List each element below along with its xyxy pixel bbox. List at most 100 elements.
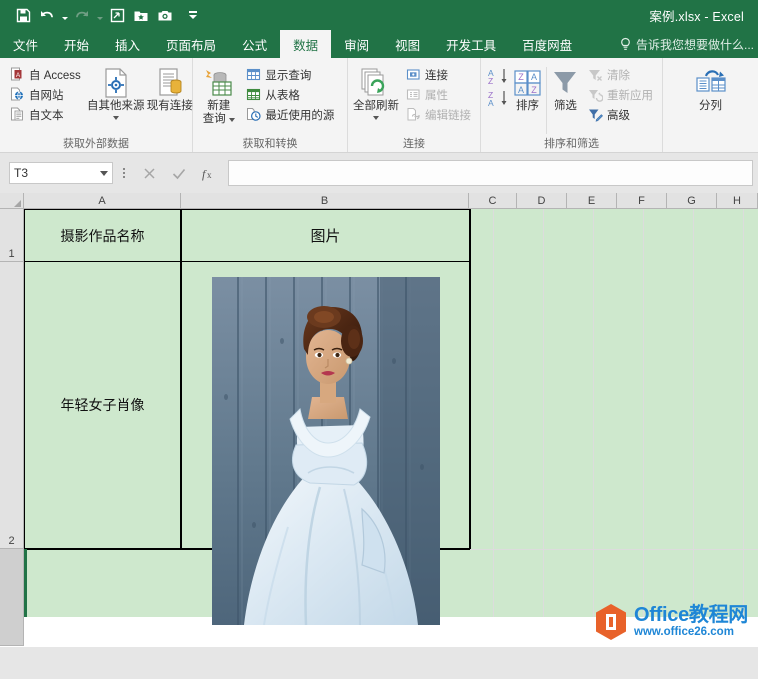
text-to-columns-button[interactable]: 分列 — [686, 63, 736, 113]
web-icon — [9, 87, 25, 103]
reapply-label: 重新应用 — [607, 87, 653, 103]
svg-text:Z: Z — [518, 72, 524, 82]
recent-sources-button[interactable]: 最近使用的源 — [243, 105, 340, 124]
chevron-down-icon[interactable] — [373, 116, 379, 120]
column-header-h[interactable]: H — [717, 193, 758, 209]
chevron-down-icon[interactable] — [113, 116, 119, 120]
advanced-filter-button[interactable]: 高级 — [585, 105, 655, 124]
chevron-down-icon[interactable] — [229, 118, 235, 122]
recent-sources-icon — [245, 107, 261, 123]
other-sources-icon — [101, 66, 131, 100]
new-query-button[interactable]: 新建 查询 — [197, 63, 240, 126]
young-woman-portrait-photo[interactable] — [212, 277, 440, 625]
chevron-down-icon[interactable] — [100, 171, 108, 176]
column-header-row: A B C D E F G H — [0, 193, 758, 209]
tab-file[interactable]: 文件 — [0, 30, 51, 58]
new-query-label-2: 查询 — [203, 113, 226, 126]
refresh-all-icon — [359, 66, 393, 100]
tab-developer[interactable]: 开发工具 — [433, 30, 509, 58]
svg-text:Z: Z — [488, 76, 493, 86]
formula-bar: T3 fx — [0, 153, 758, 193]
properties-button: 属性 — [403, 85, 473, 104]
row-header-1[interactable]: 1 — [0, 209, 24, 262]
from-table-label: 从表格 — [265, 87, 300, 103]
tab-insert[interactable]: 插入 — [102, 30, 153, 58]
sort-dialog-button[interactable]: ZAAZ 排序 — [511, 63, 544, 113]
reapply-button: 重新应用 — [585, 85, 655, 104]
formula-input[interactable] — [228, 160, 753, 186]
text-to-columns-icon — [694, 66, 728, 100]
from-access-label: 自 Access — [29, 67, 81, 83]
tab-view[interactable]: 视图 — [382, 30, 433, 58]
title-bar: 案例.xlsx - Excel — [0, 0, 758, 30]
cell-b1[interactable]: 图片 — [182, 210, 469, 261]
clear-filter-icon — [587, 67, 603, 83]
svg-text:A: A — [15, 72, 20, 79]
connections-label: 连接 — [425, 67, 448, 83]
confirm-icon[interactable] — [165, 161, 193, 185]
svg-text:A: A — [488, 98, 494, 108]
fx-icon[interactable]: fx — [195, 161, 223, 185]
show-queries-icon — [245, 67, 261, 83]
new-query-label: 新建 — [207, 100, 230, 113]
tab-formulas[interactable]: 公式 — [229, 30, 280, 58]
from-web-button[interactable]: 自网站 — [7, 85, 83, 104]
filter-label: 筛选 — [554, 100, 577, 113]
row-header-3[interactable] — [0, 549, 24, 646]
from-other-sources-label: 自其他来源 — [87, 100, 145, 113]
tell-me-label: 告诉我您想要做什么... — [636, 36, 754, 53]
connections-icon — [405, 67, 421, 83]
select-all-button[interactable] — [0, 193, 24, 209]
column-header-a[interactable]: A — [24, 193, 181, 209]
ribbon-group-connections: 全部刷新 连接 属性 — [348, 58, 481, 152]
sort-descending-icon[interactable]: ZA — [485, 88, 511, 109]
column-header-g[interactable]: G — [667, 193, 717, 209]
from-text-button[interactable]: 自文本 — [7, 105, 83, 124]
tab-page-layout[interactable]: 页面布局 — [153, 30, 229, 58]
column-header-c[interactable]: C — [469, 193, 517, 209]
connections-button[interactable]: 连接 — [403, 65, 473, 84]
column-header-e[interactable]: E — [567, 193, 617, 209]
office-hex-logo-icon — [594, 603, 628, 641]
sort-ascending-icon[interactable]: AZ — [485, 66, 511, 87]
column-header-b[interactable]: B — [181, 193, 469, 209]
ribbon-group-label: 获取和转换 — [193, 136, 347, 152]
ribbon-group-sort-filter: AZ ZA ZAAZ 排序 筛选 — [481, 58, 663, 152]
lightbulb-icon — [619, 37, 632, 52]
ribbon-tab-strip: 文件 开始 插入 页面布局 公式 数据 审阅 视图 开发工具 百度网盘 告诉我您… — [0, 30, 758, 58]
column-header-f[interactable]: F — [617, 193, 667, 209]
tab-data[interactable]: 数据 — [280, 30, 331, 58]
properties-icon — [405, 87, 421, 103]
reapply-icon — [587, 87, 603, 103]
show-queries-label: 显示查询 — [265, 67, 311, 83]
from-other-sources-button[interactable]: 自其他来源 — [90, 63, 142, 120]
tab-review[interactable]: 审阅 — [331, 30, 382, 58]
existing-connections-button[interactable]: 现有连接 — [146, 63, 194, 113]
watermark: Office教程网 www.office26.com — [594, 603, 748, 641]
sort-dialog-icon: ZAAZ — [513, 66, 543, 100]
svg-text:Z: Z — [531, 85, 537, 95]
cell-a1[interactable]: 摄影作品名称 — [25, 210, 180, 261]
cell-a2[interactable]: 年轻女子肖像 — [25, 262, 180, 548]
new-query-icon — [203, 66, 235, 100]
row-header-2[interactable]: 2 — [0, 262, 24, 549]
svg-text:x: x — [207, 170, 212, 180]
existing-connection-icon — [155, 66, 185, 100]
show-queries-button[interactable]: 显示查询 — [243, 65, 340, 84]
from-access-button[interactable]: A 自 Access — [7, 65, 83, 84]
cancel-icon[interactable] — [135, 161, 163, 185]
tab-baidu-netdisk[interactable]: 百度网盘 — [509, 30, 585, 58]
tab-home[interactable]: 开始 — [51, 30, 102, 58]
filter-icon — [550, 66, 580, 100]
column-header-d[interactable]: D — [517, 193, 567, 209]
tell-me-search[interactable]: 告诉我您想要做什么... — [619, 30, 754, 58]
row-header-column: 1 2 — [0, 209, 24, 647]
existing-connections-label: 现有连接 — [147, 100, 193, 113]
spreadsheet-grid: A B C D E F G H 1 2 — [0, 193, 758, 647]
filter-button[interactable]: 筛选 — [549, 63, 582, 113]
properties-label: 属性 — [425, 87, 448, 103]
name-box[interactable]: T3 — [9, 162, 113, 184]
from-table-button[interactable]: 从表格 — [243, 85, 340, 104]
document-title: 案例.xlsx - Excel — [0, 6, 758, 25]
refresh-all-button[interactable]: 全部刷新 — [352, 63, 400, 120]
